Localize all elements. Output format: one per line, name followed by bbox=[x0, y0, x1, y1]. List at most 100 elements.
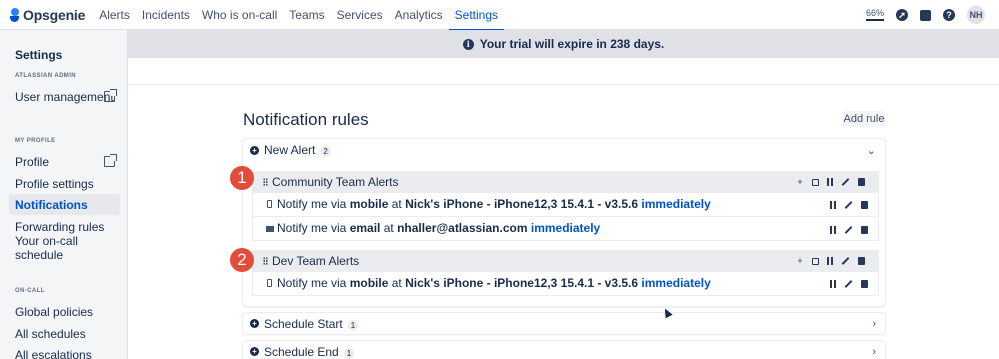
chevron-right-icon[interactable]: › bbox=[872, 318, 876, 330]
trial-banner-text: Your trial will expire in 238 days. bbox=[479, 37, 665, 51]
rule-count-badge: 1 bbox=[343, 347, 355, 359]
trash-icon[interactable] bbox=[861, 226, 868, 234]
nav-analytics[interactable]: Analytics bbox=[389, 0, 449, 30]
sidebar-item-label: Notifications bbox=[15, 197, 88, 212]
nav-teams[interactable]: Teams bbox=[283, 0, 330, 30]
notification-step: Notify me via email at nhaller@atlassian… bbox=[252, 217, 879, 241]
sidebar-item-notifications[interactable]: Notifications bbox=[9, 194, 120, 215]
notification-step-text: Notify me via mobile at Nick's iPhone - … bbox=[277, 276, 711, 290]
sidebar-item-label: All schedules bbox=[15, 326, 86, 341]
divider bbox=[128, 84, 999, 85]
rule-group-schedule-start[interactable]: + Schedule Start 1 › bbox=[243, 313, 885, 334]
pause-icon[interactable] bbox=[830, 226, 836, 234]
chevron-down-icon[interactable]: ⌄ bbox=[867, 144, 876, 157]
mobile-icon bbox=[267, 279, 272, 287]
trash-icon[interactable] bbox=[858, 257, 865, 265]
sidebar-item-user-management[interactable]: User management bbox=[9, 86, 120, 107]
sidebar-section-heading: ON-CALL bbox=[15, 288, 45, 294]
trial-banner: i Your trial will expire in 238 days. bbox=[128, 30, 999, 58]
rule-group-header[interactable]: + Schedule Start 1 › bbox=[243, 313, 885, 334]
sidebar-item-all-escalations[interactable]: All escalations bbox=[9, 344, 120, 359]
nav-services[interactable]: Services bbox=[331, 0, 389, 30]
brand-name: Opsgenie bbox=[23, 6, 86, 23]
trash-icon[interactable] bbox=[858, 178, 865, 186]
nav-right-tools: 66% ➚ ? NH bbox=[865, 0, 985, 30]
sidebar-item-label: User management bbox=[15, 89, 114, 104]
nav-who-is-on-call[interactable]: Who is on-call bbox=[196, 0, 283, 30]
notification-step: Notify me via mobile at Nick's iPhone - … bbox=[252, 193, 879, 217]
copy-icon[interactable] bbox=[812, 178, 819, 186]
page-title: Notification rules bbox=[243, 110, 369, 129]
sidebar-item-global-policies[interactable]: Global policies bbox=[9, 301, 120, 322]
step-actions bbox=[830, 280, 868, 288]
email-icon bbox=[266, 226, 274, 232]
plus-icon[interactable]: + bbox=[796, 257, 804, 266]
nav-alerts[interactable]: Alerts bbox=[93, 0, 136, 30]
sidebar-item-profile-settings[interactable]: Profile settings bbox=[9, 173, 120, 194]
pause-icon[interactable] bbox=[827, 257, 833, 265]
zoom-level[interactable]: 66% bbox=[865, 8, 884, 21]
timing-link[interactable]: immediately bbox=[641, 276, 710, 290]
sidebar-item-label: Global policies bbox=[15, 304, 94, 319]
compass-icon[interactable]: ➚ bbox=[896, 9, 908, 21]
notification-step: Notify me via mobile at Nick's iPhone - … bbox=[252, 272, 879, 296]
avatar[interactable]: NH bbox=[967, 6, 985, 24]
drag-handle-icon[interactable] bbox=[263, 257, 268, 265]
plus-icon[interactable]: + bbox=[796, 178, 804, 187]
settings-sidebar: Settings ATLASSIAN ADMIN User management… bbox=[0, 30, 128, 359]
rule-group-title: Schedule Start 1 bbox=[264, 317, 359, 331]
rule-actions: + bbox=[796, 178, 865, 187]
external-link-icon bbox=[104, 89, 117, 102]
drag-handle-icon[interactable] bbox=[263, 178, 268, 186]
edit-icon[interactable] bbox=[844, 226, 853, 234]
sidebar-title[interactable]: Settings bbox=[15, 48, 62, 62]
help-icon[interactable]: ? bbox=[943, 9, 955, 21]
step-number-badge: 1 bbox=[230, 166, 254, 190]
pause-icon[interactable] bbox=[830, 280, 836, 288]
pause-icon[interactable] bbox=[827, 178, 833, 186]
rule-row-dev-team[interactable]: Dev Team Alerts + bbox=[252, 250, 879, 272]
sidebar-item-profile[interactable]: Profile bbox=[9, 151, 120, 172]
app-switcher-icon[interactable] bbox=[920, 9, 931, 21]
timing-link[interactable]: immediately bbox=[641, 197, 710, 211]
rule-group-header[interactable]: + New Alert 2 ⌄ bbox=[243, 139, 885, 161]
nav-settings[interactable]: Settings bbox=[448, 0, 505, 31]
add-circle-icon[interactable]: + bbox=[250, 145, 259, 155]
sidebar-item-all-schedules[interactable]: All schedules bbox=[9, 323, 120, 344]
sidebar-item-label: Profile bbox=[15, 154, 50, 169]
info-icon: i bbox=[462, 38, 474, 50]
chevron-right-icon[interactable]: › bbox=[872, 346, 876, 358]
opsgenie-logo-icon bbox=[10, 7, 19, 22]
edit-icon[interactable] bbox=[844, 280, 853, 288]
timing-link[interactable]: immediately bbox=[531, 221, 600, 235]
edit-icon[interactable] bbox=[844, 201, 853, 209]
edit-icon[interactable] bbox=[841, 178, 850, 186]
pause-icon[interactable] bbox=[830, 201, 836, 209]
add-rule-button[interactable]: Add rule bbox=[843, 111, 885, 127]
copy-icon[interactable] bbox=[812, 257, 819, 265]
step-actions bbox=[830, 201, 868, 209]
rule-row-community-team[interactable]: Community Team Alerts + bbox=[252, 171, 879, 193]
add-circle-icon[interactable]: + bbox=[250, 347, 259, 356]
rule-name: Dev Team Alerts bbox=[272, 254, 360, 268]
trash-icon[interactable] bbox=[861, 201, 868, 209]
rule-group-schedule-end[interactable]: + Schedule End 1 › bbox=[243, 341, 885, 359]
rule-group-title: Schedule End 1 bbox=[264, 345, 355, 359]
edit-icon[interactable] bbox=[841, 257, 850, 265]
notification-step-text: Notify me via email at nhaller@atlassian… bbox=[277, 221, 601, 235]
add-circle-icon[interactable]: + bbox=[250, 319, 259, 328]
mobile-icon bbox=[267, 200, 272, 208]
sidebar-section-heading: ATLASSIAN ADMIN bbox=[15, 73, 76, 79]
notification-step-text: Notify me via mobile at Nick's iPhone - … bbox=[277, 197, 711, 211]
sidebar-item-label: Forwarding rules bbox=[15, 219, 105, 234]
rule-group-header[interactable]: + Schedule End 1 › bbox=[243, 341, 885, 359]
rule-count-badge: 1 bbox=[347, 319, 359, 331]
sidebar-item-on-call-schedule[interactable]: Your on-call schedule bbox=[9, 234, 120, 262]
trash-icon[interactable] bbox=[861, 280, 868, 288]
opsgenie-logo[interactable]: Opsgenie bbox=[10, 7, 85, 23]
nav-incidents[interactable]: Incidents bbox=[136, 0, 196, 30]
rule-actions: + bbox=[796, 257, 865, 266]
sidebar-item-label: Profile settings bbox=[15, 176, 94, 191]
rule-group-title: New Alert 2 bbox=[264, 143, 331, 157]
external-link-icon bbox=[104, 154, 117, 167]
